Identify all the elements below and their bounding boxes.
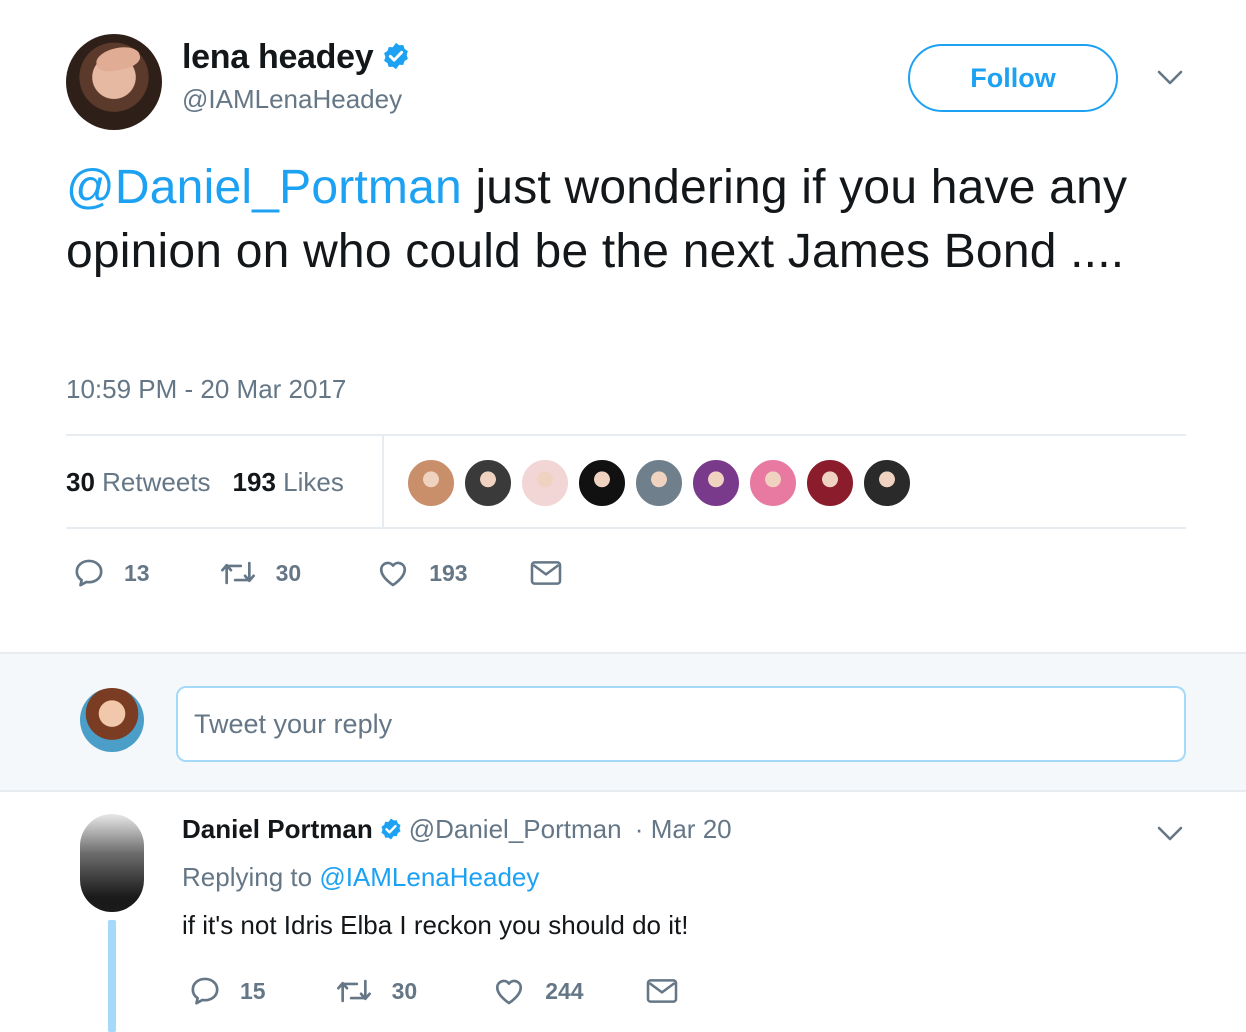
liker-avatar[interactable]: [691, 458, 741, 508]
reply-input[interactable]: [176, 686, 1186, 762]
liker-avatar[interactable]: [463, 458, 513, 508]
separator: ·: [634, 814, 644, 844]
like-button[interactable]: 193: [375, 556, 468, 590]
chevron-down-icon[interactable]: [1156, 68, 1184, 88]
direct-message-button[interactable]: [646, 977, 678, 1005]
reply-count: 15: [240, 977, 266, 1004]
liker-avatar[interactable]: [634, 458, 684, 508]
like-count: 193: [429, 559, 468, 586]
heart-icon: [496, 979, 523, 1005]
liker-avatars: [406, 458, 919, 508]
reply-composer: [0, 652, 1246, 792]
reply-author-name[interactable]: Daniel Portman: [182, 814, 373, 844]
main-tweet: lena headey @IAMLenaHeadey Follow @Danie…: [0, 0, 1246, 652]
liker-avatar[interactable]: [862, 458, 912, 508]
retweet-count: 30: [275, 559, 302, 586]
reply-icon: [191, 977, 219, 1005]
reply-icon: [75, 559, 103, 587]
liker-avatar[interactable]: [406, 458, 456, 508]
replying-to: Replying to @IAMLenaHeadey: [182, 862, 539, 893]
retweet-button[interactable]: 30: [334, 974, 418, 1008]
divider: [382, 436, 384, 528]
like-button[interactable]: 244: [491, 974, 584, 1008]
retweets-label: Retweets: [102, 466, 211, 497]
replying-prefix: Replying to: [182, 862, 313, 892]
avatar[interactable]: [80, 814, 144, 912]
mention-link[interactable]: @Daniel_Portman: [66, 161, 462, 214]
avatar[interactable]: [66, 34, 162, 130]
verified-badge-icon: [381, 818, 401, 840]
reply-actions: 15 30 244: [188, 974, 678, 1008]
liker-avatar[interactable]: [520, 458, 570, 508]
reply-text: if it's not Idris Elba I reckon you shou…: [182, 910, 689, 940]
timestamp[interactable]: 10:59 PM - 20 Mar 2017: [66, 374, 346, 405]
engagement-stats: 30 Retweets 193 Likes: [66, 436, 366, 528]
retweet-icon: [220, 561, 255, 585]
reply-tweet: Daniel Portman @Daniel_Portman · Mar 20 …: [0, 792, 1246, 1032]
tweet-actions: 13 30 193: [72, 556, 562, 590]
reply-header: Daniel Portman @Daniel_Portman · Mar 20: [182, 814, 732, 845]
reply-count: 13: [124, 559, 150, 586]
retweet-button[interactable]: 30: [218, 556, 302, 590]
verified-badge-icon: [384, 42, 409, 70]
liker-avatar[interactable]: [805, 458, 855, 508]
mail-icon: [530, 561, 561, 585]
retweet-count: 30: [391, 977, 418, 1004]
likes-label: Likes: [283, 466, 344, 497]
divider: [66, 527, 1186, 529]
heart-icon: [380, 561, 407, 587]
author-name[interactable]: lena headey: [182, 38, 411, 77]
reply-button[interactable]: 13: [72, 556, 150, 590]
thread-line: [108, 920, 116, 1032]
retweet-icon: [336, 979, 371, 1003]
liker-avatar[interactable]: [748, 458, 798, 508]
author-handle[interactable]: @IAMLenaHeadey: [182, 84, 402, 115]
likes-stat[interactable]: 193 Likes: [233, 467, 344, 498]
avatar[interactable]: [80, 688, 144, 752]
retweets-count: 30: [66, 466, 95, 497]
tweet-text: @Daniel_Portman just wondering if you ha…: [66, 156, 1196, 284]
liker-avatar[interactable]: [577, 458, 627, 508]
reply-author-handle[interactable]: @Daniel_Portman: [409, 814, 622, 844]
reply-date[interactable]: Mar 20: [651, 814, 732, 844]
direct-message-button[interactable]: [530, 559, 562, 587]
author-name-label[interactable]: lena headey: [182, 38, 374, 76]
likes-count: 193: [232, 466, 276, 497]
like-count: 244: [545, 977, 584, 1004]
retweets-stat[interactable]: 30 Retweets: [66, 467, 211, 498]
mail-icon: [646, 979, 677, 1003]
follow-button[interactable]: Follow: [908, 44, 1118, 112]
replying-to-link[interactable]: @IAMLenaHeadey: [319, 862, 539, 892]
chevron-down-icon[interactable]: [1156, 824, 1184, 844]
reply-button[interactable]: 15: [188, 974, 266, 1008]
